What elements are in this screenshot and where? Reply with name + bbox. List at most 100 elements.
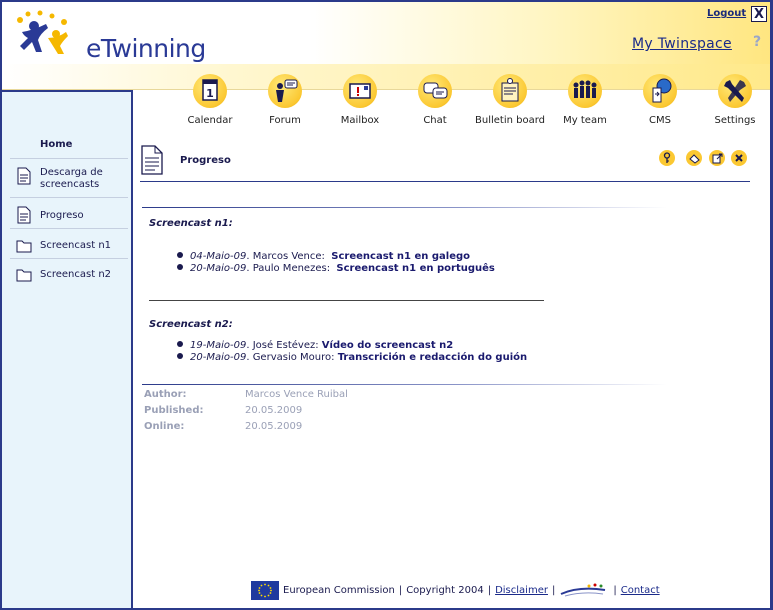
- entry-author: Gervasio Mouro:: [252, 352, 335, 363]
- title-rule: [140, 181, 750, 182]
- svg-text:1: 1: [206, 87, 214, 100]
- sidebar-item-home[interactable]: Home: [40, 139, 72, 150]
- toolbar-label: Settings: [714, 115, 756, 126]
- author-label: Author:: [144, 389, 187, 400]
- sidebar-item-descarga[interactable]: Descarga de screencasts: [2, 167, 132, 191]
- entry-link[interactable]: Vídeo do screencast n2: [322, 340, 453, 351]
- my-twinspace-link[interactable]: My Twinspace: [632, 36, 732, 52]
- calendar-icon: 1: [193, 74, 227, 108]
- close-icon[interactable]: X: [751, 6, 767, 22]
- published-label: Published:: [144, 405, 204, 416]
- entry-date: 20-Maio-09: [190, 263, 247, 274]
- author-value: Marcos Vence Ruibal: [245, 389, 348, 400]
- logo-figure-icon: [17, 10, 68, 54]
- disclaimer-link[interactable]: Disclaimer: [495, 585, 548, 596]
- toolbar-forum[interactable]: Forum: [247, 74, 323, 126]
- sidebar-item-screencast-n2[interactable]: Screencast n2: [2, 266, 132, 284]
- sidebar-item-screencast-n1[interactable]: Screencast n1: [2, 237, 132, 255]
- toolbar-mailbox[interactable]: Mailbox: [322, 74, 398, 126]
- toolbar-my-team[interactable]: My team: [547, 74, 623, 126]
- sidebar-item-label: Screencast n1: [40, 240, 112, 251]
- delete-icon[interactable]: [731, 150, 747, 166]
- forum-icon: [268, 74, 302, 108]
- sidebar-item-label: Screencast n2: [40, 269, 112, 280]
- brand-name: eTwinning: [86, 34, 206, 63]
- chat-icon: [418, 74, 452, 108]
- cms-icon: [643, 74, 677, 108]
- toolbar-label: Mailbox: [340, 115, 380, 126]
- entry-date: 04-Maio-09: [190, 251, 247, 262]
- divider: [10, 158, 128, 159]
- section-title: Screencast n1:: [149, 218, 233, 229]
- entry-date: 20-Maio-09: [190, 352, 247, 363]
- list-item: 20-Maio-09. Gervasio Mouro: Transcrición…: [177, 352, 527, 363]
- divider: [10, 197, 128, 198]
- online-label: Online:: [144, 421, 185, 432]
- entry-link[interactable]: Screencast n1 en português: [336, 263, 494, 274]
- online-value: 20.05.2009: [245, 421, 303, 432]
- settings-icon: [718, 74, 752, 108]
- toolbar-cms[interactable]: CMS: [622, 74, 698, 126]
- entry-link[interactable]: Transcrición e redacción do guión: [338, 352, 527, 363]
- bullet: [177, 353, 183, 359]
- folder-icon: [16, 269, 32, 282]
- toolbar-chat[interactable]: Chat: [397, 74, 473, 126]
- footer-separator: |: [398, 584, 403, 596]
- content-top-rule: [142, 207, 667, 208]
- toolbar-label: Chat: [423, 115, 447, 126]
- list-item: 19-Maio-09. José Estévez: Vídeo do scree…: [177, 340, 453, 351]
- footer-separator: |: [487, 584, 492, 596]
- entry-date: 19-Maio-09: [190, 340, 247, 351]
- page-title: Progreso: [180, 155, 231, 166]
- document-icon: [17, 206, 31, 224]
- meta-top-rule: [142, 384, 667, 385]
- sidebar-item-progreso[interactable]: Progreso: [2, 206, 132, 224]
- logout-link[interactable]: Logout: [707, 8, 746, 19]
- toolbar-label: Forum: [269, 115, 301, 126]
- sidebar-item-label: Progreso: [40, 210, 84, 221]
- sidebar-top-rule: [2, 90, 133, 92]
- edit-icon[interactable]: [686, 150, 702, 166]
- toolbar-label: CMS: [649, 115, 671, 126]
- bullet: [177, 341, 183, 347]
- divider: [10, 258, 128, 259]
- main-toolbar: 1 Calendar Forum Mailbox Chat Bulletin b…: [172, 74, 770, 130]
- eu-flag-icon: [251, 580, 279, 600]
- sidebar-item-label: Descarga de screencasts: [40, 167, 103, 190]
- toolbar-settings[interactable]: Settings: [697, 74, 770, 126]
- toolbar-label: Bulletin board: [475, 115, 545, 126]
- list-item: 20-Maio-09. Paulo Menezes: Screencast n1…: [177, 263, 495, 274]
- etwinning-small-logo-icon[interactable]: [559, 582, 609, 598]
- entry-author: Marcos Vence:: [252, 251, 325, 262]
- app-window: eTwinning Logout X My Twinspace ? 1 Cale…: [0, 0, 773, 610]
- export-icon[interactable]: [709, 150, 725, 166]
- folder-icon: [16, 240, 32, 253]
- footer-separator: |: [551, 584, 556, 596]
- section-title: Screencast n2:: [149, 319, 233, 330]
- footer-separator: |: [613, 584, 617, 596]
- list-item: 04-Maio-09. Marcos Vence: Screencast n1 …: [177, 251, 470, 262]
- toolbar-calendar[interactable]: 1 Calendar: [172, 74, 248, 126]
- page-document-icon: [141, 145, 163, 175]
- bullet: [177, 252, 183, 258]
- toolbar-bulletin-board[interactable]: Bulletin board: [472, 74, 548, 126]
- team-icon: [568, 74, 602, 108]
- help-icon[interactable]: ?: [753, 34, 767, 50]
- section-divider: [149, 300, 544, 301]
- footer: European Commission | Copyright 2004 | D…: [251, 580, 660, 600]
- toolbar-label: My team: [563, 115, 607, 126]
- etwinning-logo[interactable]: eTwinning: [12, 10, 212, 63]
- toolbar-label: Calendar: [187, 115, 233, 126]
- contact-link[interactable]: Contact: [621, 585, 660, 596]
- bullet: [177, 264, 183, 270]
- entry-link[interactable]: Screencast n1 en galego: [331, 251, 470, 262]
- footer-commission: European Commission: [283, 584, 395, 596]
- entry-author: José Estévez:: [252, 340, 319, 351]
- bulletin-board-icon: [493, 74, 527, 108]
- entry-author: Paulo Menezes:: [252, 263, 331, 274]
- mailbox-icon: [343, 74, 377, 108]
- key-icon[interactable]: [659, 150, 675, 166]
- divider: [10, 228, 128, 229]
- document-icon: [17, 167, 31, 185]
- published-value: 20.05.2009: [245, 405, 303, 416]
